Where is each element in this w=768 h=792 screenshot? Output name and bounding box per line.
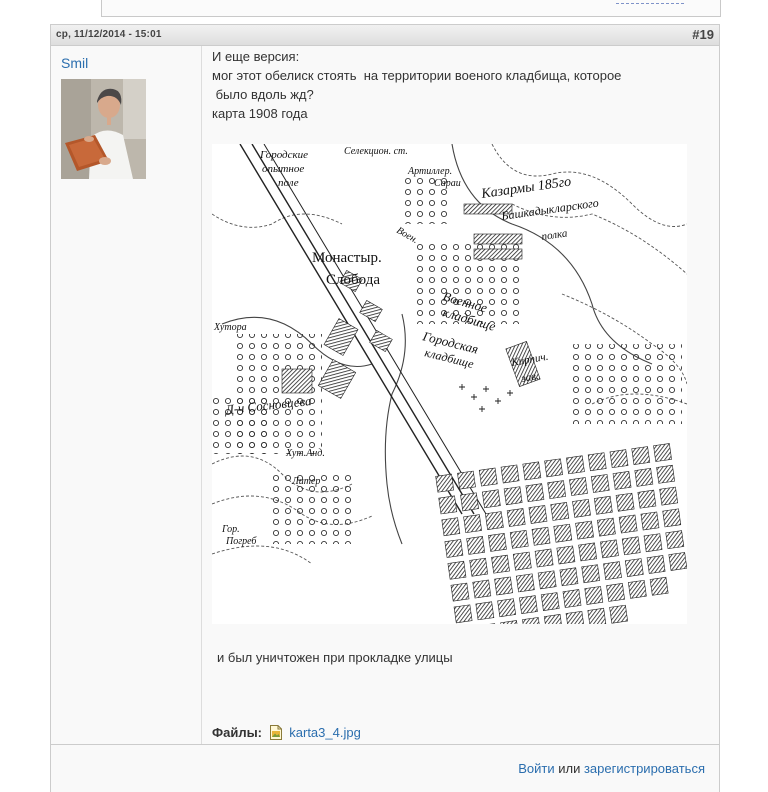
files-label: Файлы: xyxy=(212,725,262,740)
post-footer: Войти или зарегистрироваться xyxy=(50,744,720,792)
attached-file-link[interactable]: karta3_4.jpg xyxy=(289,725,361,740)
post-author-panel: Smil xyxy=(51,46,202,745)
map-label: Погреб xyxy=(225,536,257,547)
avatar-photo xyxy=(61,79,146,179)
post-line: мог этот обелиск стоять на территории во… xyxy=(212,66,712,85)
post-date: ср, 11/12/2014 - 15:01 xyxy=(56,29,162,40)
previous-post-remnant xyxy=(101,0,721,17)
image-file-icon xyxy=(270,725,282,743)
post-line: было вдоль жд? xyxy=(212,85,712,104)
map-label: Хутора xyxy=(213,322,247,333)
map-label: Хут.Анд. xyxy=(285,448,325,459)
map-label: Артиллер. xyxy=(407,166,452,177)
previous-post-link-remnant xyxy=(616,0,684,4)
post-line: И еще версия: xyxy=(212,47,712,66)
map-1908-image[interactable]: Городские опытное поле Селекцион. ст. Ар… xyxy=(212,144,687,624)
author-name-link[interactable]: Smil xyxy=(61,55,88,71)
post-line: карта 1908 года xyxy=(212,104,712,123)
map-label: Сараи xyxy=(434,178,461,189)
post-text: И еще версия: мог этот обелиск стоять на… xyxy=(212,47,712,123)
map-label: Слобода xyxy=(326,272,380,288)
map-label: Селекцион. ст. xyxy=(344,146,408,157)
map-drawing: Городские опытное поле Селекцион. ст. Ар… xyxy=(212,144,687,624)
post-number[interactable]: #19 xyxy=(692,27,714,42)
user-avatar[interactable] xyxy=(61,79,146,179)
map-label: Городские xyxy=(259,149,308,161)
map-label: опытное xyxy=(262,163,304,175)
map-label: Монастыр. xyxy=(312,250,382,266)
map-label: поле xyxy=(278,177,299,189)
login-register-links: Войти или зарегистрироваться xyxy=(518,761,705,776)
forum-post: ср, 11/12/2014 - 15:01 #19 Smil xyxy=(50,24,720,746)
login-link[interactable]: Войти xyxy=(518,761,554,776)
or-text: или xyxy=(558,761,580,776)
post-text-after-image: и был уничтожен при прокладке улицы xyxy=(217,650,453,665)
map-label: Литер xyxy=(291,476,320,487)
attached-files: Файлы: karta3_4.jpg xyxy=(212,725,361,743)
post-content: И еще версия: мог этот обелиск стоять на… xyxy=(212,47,712,737)
post-header: ср, 11/12/2014 - 15:01 #19 xyxy=(51,25,719,46)
map-label: Гор. xyxy=(221,524,240,535)
register-link[interactable]: зарегистрироваться xyxy=(584,761,705,776)
